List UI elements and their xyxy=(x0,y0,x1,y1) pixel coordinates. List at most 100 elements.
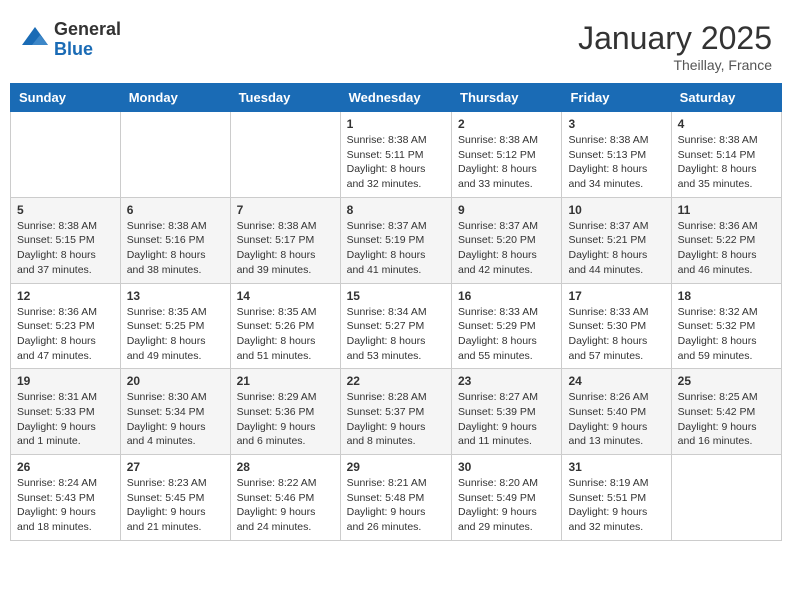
day-info: Sunrise: 8:26 AM Sunset: 5:40 PM Dayligh… xyxy=(568,390,664,449)
day-info: Sunrise: 8:27 AM Sunset: 5:39 PM Dayligh… xyxy=(458,390,555,449)
month-year-title: January 2025 xyxy=(578,20,772,57)
column-header-sunday: Sunday xyxy=(11,84,121,112)
calendar-cell: 24 Sunrise: 8:26 AM Sunset: 5:40 PM Dayli… xyxy=(562,369,671,455)
day-info: Sunrise: 8:38 AM Sunset: 5:13 PM Dayligh… xyxy=(568,133,664,192)
calendar-cell: 2 Sunrise: 8:38 AM Sunset: 5:12 PM Daylig… xyxy=(452,112,562,198)
column-header-friday: Friday xyxy=(562,84,671,112)
day-info: Sunrise: 8:38 AM Sunset: 5:15 PM Dayligh… xyxy=(17,219,114,278)
calendar-cell: 10Sunrise: 8:37 AM Sunset: 5:21 PM Dayli… xyxy=(562,197,671,283)
day-number: 24 xyxy=(568,374,664,388)
logo-icon xyxy=(20,25,50,55)
day-info: Sunrise: 8:32 AM Sunset: 5:32 PM Dayligh… xyxy=(678,305,775,364)
day-number: 26 xyxy=(17,460,114,474)
day-number: 6 xyxy=(127,203,224,217)
day-number: 8 xyxy=(347,203,445,217)
logo: General Blue xyxy=(20,20,121,60)
column-header-thursday: Thursday xyxy=(452,84,562,112)
day-number: 12 xyxy=(17,289,114,303)
day-number: 16 xyxy=(458,289,555,303)
calendar-cell xyxy=(11,112,121,198)
day-info: Sunrise: 8:38 AM Sunset: 5:16 PM Dayligh… xyxy=(127,219,224,278)
calendar-cell: 6 Sunrise: 8:38 AM Sunset: 5:16 PM Daylig… xyxy=(120,197,230,283)
calendar-cell: 22Sunrise: 8:28 AM Sunset: 5:37 PM Dayli… xyxy=(340,369,451,455)
day-number: 19 xyxy=(17,374,114,388)
day-number: 22 xyxy=(347,374,445,388)
column-header-wednesday: Wednesday xyxy=(340,84,451,112)
day-number: 15 xyxy=(347,289,445,303)
calendar-cell: 4 Sunrise: 8:38 AM Sunset: 5:14 PM Daylig… xyxy=(671,112,781,198)
day-number: 17 xyxy=(568,289,664,303)
day-number: 4 xyxy=(678,117,775,131)
day-info: Sunrise: 8:38 AM Sunset: 5:17 PM Dayligh… xyxy=(237,219,334,278)
day-number: 21 xyxy=(237,374,334,388)
calendar-cell: 11Sunrise: 8:36 AM Sunset: 5:22 PM Dayli… xyxy=(671,197,781,283)
calendar-cell: 28 Sunrise: 8:22 AM Sunset: 5:46 PM Dayli… xyxy=(230,455,340,541)
day-number: 13 xyxy=(127,289,224,303)
location-subtitle: Theillay, France xyxy=(578,57,772,73)
calendar-cell xyxy=(671,455,781,541)
day-info: Sunrise: 8:25 AM Sunset: 5:42 PM Dayligh… xyxy=(678,390,775,449)
calendar-cell: 29Sunrise: 8:21 AM Sunset: 5:48 PM Dayli… xyxy=(340,455,451,541)
day-number: 2 xyxy=(458,117,555,131)
calendar-cell: 20Sunrise: 8:30 AM Sunset: 5:34 PM Dayli… xyxy=(120,369,230,455)
day-number: 11 xyxy=(678,203,775,217)
day-info: Sunrise: 8:19 AM Sunset: 5:51 PM Dayligh… xyxy=(568,476,664,535)
day-info: Sunrise: 8:22 AM Sunset: 5:46 PM Dayligh… xyxy=(237,476,334,535)
calendar-cell: 26 Sunrise: 8:24 AM Sunset: 5:43 PM Dayli… xyxy=(11,455,121,541)
day-number: 28 xyxy=(237,460,334,474)
day-info: Sunrise: 8:29 AM Sunset: 5:36 PM Dayligh… xyxy=(237,390,334,449)
day-info: Sunrise: 8:33 AM Sunset: 5:29 PM Dayligh… xyxy=(458,305,555,364)
day-number: 29 xyxy=(347,460,445,474)
calendar-week-row: 1 Sunrise: 8:38 AM Sunset: 5:11 PM Daylig… xyxy=(11,112,782,198)
title-section: January 2025 Theillay, France xyxy=(578,20,772,73)
calendar-cell: 31 Sunrise: 8:19 AM Sunset: 5:51 PM Dayli… xyxy=(562,455,671,541)
day-info: Sunrise: 8:35 AM Sunset: 5:25 PM Dayligh… xyxy=(127,305,224,364)
calendar-cell: 16 Sunrise: 8:33 AM Sunset: 5:29 PM Dayli… xyxy=(452,283,562,369)
day-number: 27 xyxy=(127,460,224,474)
day-info: Sunrise: 8:20 AM Sunset: 5:49 PM Dayligh… xyxy=(458,476,555,535)
day-number: 9 xyxy=(458,203,555,217)
day-number: 7 xyxy=(237,203,334,217)
column-header-tuesday: Tuesday xyxy=(230,84,340,112)
day-number: 23 xyxy=(458,374,555,388)
day-info: Sunrise: 8:37 AM Sunset: 5:19 PM Dayligh… xyxy=(347,219,445,278)
calendar-cell: 5 Sunrise: 8:38 AM Sunset: 5:15 PM Daylig… xyxy=(11,197,121,283)
day-number: 10 xyxy=(568,203,664,217)
logo-general-text: General xyxy=(54,20,121,40)
day-info: Sunrise: 8:38 AM Sunset: 5:12 PM Dayligh… xyxy=(458,133,555,192)
day-number: 25 xyxy=(678,374,775,388)
calendar-table: SundayMondayTuesdayWednesdayThursdayFrid… xyxy=(10,83,782,541)
day-info: Sunrise: 8:38 AM Sunset: 5:14 PM Dayligh… xyxy=(678,133,775,192)
calendar-week-row: 12Sunrise: 8:36 AM Sunset: 5:23 PM Dayli… xyxy=(11,283,782,369)
day-info: Sunrise: 8:34 AM Sunset: 5:27 PM Dayligh… xyxy=(347,305,445,364)
day-info: Sunrise: 8:30 AM Sunset: 5:34 PM Dayligh… xyxy=(127,390,224,449)
calendar-week-row: 26 Sunrise: 8:24 AM Sunset: 5:43 PM Dayli… xyxy=(11,455,782,541)
page-header: General Blue January 2025 Theillay, Fran… xyxy=(10,10,782,78)
calendar-cell: 21 Sunrise: 8:29 AM Sunset: 5:36 PM Dayli… xyxy=(230,369,340,455)
column-header-saturday: Saturday xyxy=(671,84,781,112)
day-number: 31 xyxy=(568,460,664,474)
calendar-week-row: 5 Sunrise: 8:38 AM Sunset: 5:15 PM Daylig… xyxy=(11,197,782,283)
calendar-cell: 12Sunrise: 8:36 AM Sunset: 5:23 PM Dayli… xyxy=(11,283,121,369)
calendar-cell xyxy=(230,112,340,198)
calendar-cell: 1 Sunrise: 8:38 AM Sunset: 5:11 PM Daylig… xyxy=(340,112,451,198)
day-number: 1 xyxy=(347,117,445,131)
day-info: Sunrise: 8:23 AM Sunset: 5:45 PM Dayligh… xyxy=(127,476,224,535)
calendar-cell: 9Sunrise: 8:37 AM Sunset: 5:20 PM Daylig… xyxy=(452,197,562,283)
calendar-cell: 3Sunrise: 8:38 AM Sunset: 5:13 PM Daylig… xyxy=(562,112,671,198)
calendar-cell: 17Sunrise: 8:33 AM Sunset: 5:30 PM Dayli… xyxy=(562,283,671,369)
calendar-cell: 19 Sunrise: 8:31 AM Sunset: 5:33 PM Dayli… xyxy=(11,369,121,455)
column-header-monday: Monday xyxy=(120,84,230,112)
calendar-cell: 18Sunrise: 8:32 AM Sunset: 5:32 PM Dayli… xyxy=(671,283,781,369)
calendar-cell: 15 Sunrise: 8:34 AM Sunset: 5:27 PM Dayli… xyxy=(340,283,451,369)
day-info: Sunrise: 8:38 AM Sunset: 5:11 PM Dayligh… xyxy=(347,133,445,192)
calendar-week-row: 19 Sunrise: 8:31 AM Sunset: 5:33 PM Dayli… xyxy=(11,369,782,455)
day-number: 5 xyxy=(17,203,114,217)
day-number: 30 xyxy=(458,460,555,474)
day-info: Sunrise: 8:24 AM Sunset: 5:43 PM Dayligh… xyxy=(17,476,114,535)
calendar-cell: 25 Sunrise: 8:25 AM Sunset: 5:42 PM Dayli… xyxy=(671,369,781,455)
calendar-cell: 7 Sunrise: 8:38 AM Sunset: 5:17 PM Daylig… xyxy=(230,197,340,283)
day-info: Sunrise: 8:35 AM Sunset: 5:26 PM Dayligh… xyxy=(237,305,334,364)
calendar-header-row: SundayMondayTuesdayWednesdayThursdayFrid… xyxy=(11,84,782,112)
day-info: Sunrise: 8:31 AM Sunset: 5:33 PM Dayligh… xyxy=(17,390,114,449)
